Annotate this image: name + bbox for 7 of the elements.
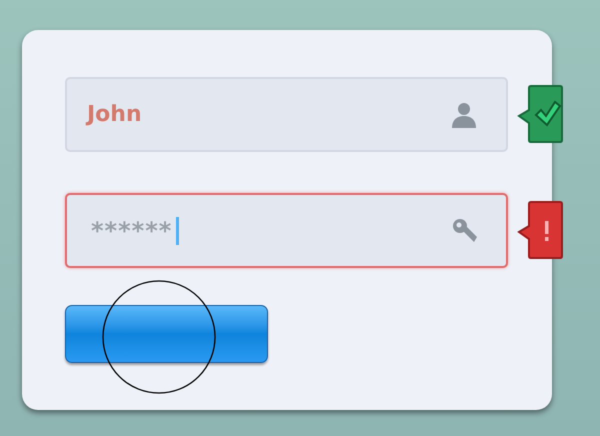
username-field[interactable]: John: [65, 77, 508, 152]
user-icon: [450, 100, 478, 128]
submit-button[interactable]: [65, 305, 268, 363]
masked-password: ******: [90, 216, 172, 244]
username-value: John: [87, 102, 142, 127]
password-field[interactable]: ******: [65, 193, 508, 268]
key-icon: [452, 218, 478, 244]
